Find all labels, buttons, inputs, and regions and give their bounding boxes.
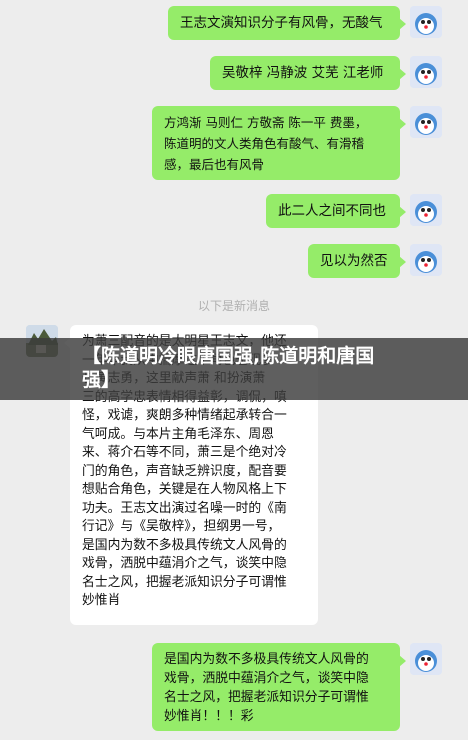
avatar[interactable]	[410, 244, 442, 276]
title-overlay: 【陈道明冷眼唐国强,陈道明和唐国强】	[0, 338, 468, 400]
avatar[interactable]	[410, 643, 442, 675]
avatar[interactable]	[410, 56, 442, 88]
avatar[interactable]	[410, 106, 442, 138]
message-bubble[interactable]: 此二人之间不同也	[266, 194, 406, 228]
message-bubble[interactable]: 王志文演知识分子有风骨，无酸气	[168, 6, 406, 40]
avatar[interactable]	[410, 194, 442, 226]
avatar[interactable]	[410, 6, 442, 38]
overlay-title: 【陈道明冷眼唐国强,陈道明和唐国强】	[82, 345, 375, 391]
message-bubble[interactable]: 是国内为数不多极具传统文人风骨的 戏骨，洒脱中蕴涓介之气，谈笑中隐 名士之风，把…	[152, 643, 406, 731]
message-bubble[interactable]: 见以为然否	[308, 244, 406, 278]
message-bubble[interactable]: 吴敬梓 冯静波 艾芜 江老师	[210, 56, 406, 90]
new-messages-divider: 以下是新消息	[197, 299, 270, 313]
message-bubble[interactable]: 方鸿渐 马则仁 方敬斋 陈一平 费墨， 陈道明的文人类角色有酸气、有滑稽 感，最…	[152, 106, 406, 180]
